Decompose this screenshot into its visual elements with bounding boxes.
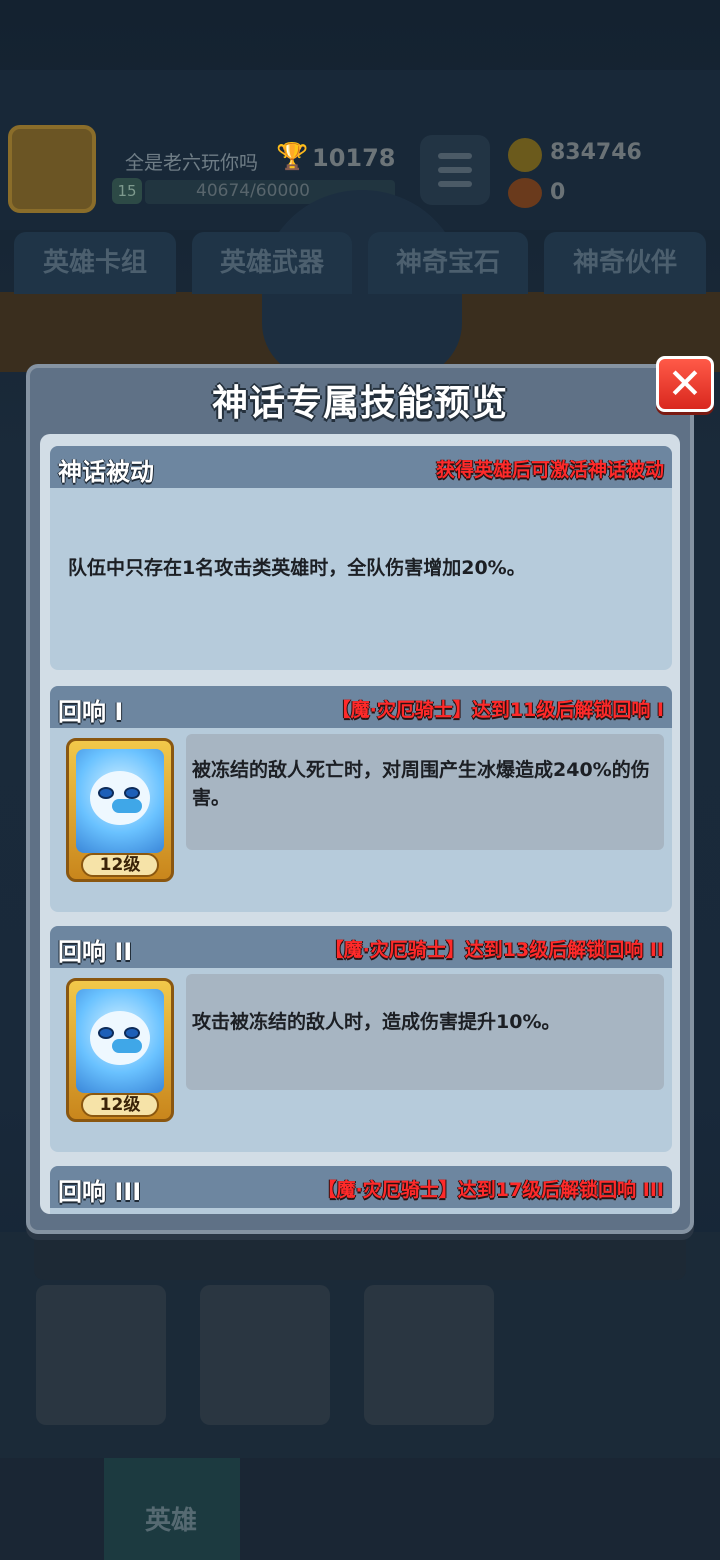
close-x-icon: ✕ xyxy=(667,359,703,408)
section-header: 回响 II 【魔·灾厄骑士】达到13级后解锁回响 II xyxy=(50,926,672,968)
trophy-icon: 🏆 xyxy=(276,142,309,172)
hero-card-locked xyxy=(36,1285,166,1425)
mythic-skill-preview-modal: 神话专属技能预览 ✕ 神话被动 获得英雄后可激活神话被动 队伍中只存在1名攻击类… xyxy=(26,356,714,1234)
modal-title: 神话专属技能预览 xyxy=(211,383,508,424)
hero-card-locked xyxy=(200,1285,330,1425)
passive-section: 神话被动 获得英雄后可激活神话被动 队伍中只存在1名攻击类英雄时，全队伤害增加2… xyxy=(50,446,672,670)
echo-description: 被冻结的敌人死亡时，对周围产生冰爆造成240%的伤害。 xyxy=(192,759,650,809)
description-box: 被冻结的敌人死亡时，对周围产生冰爆造成240%的伤害。 xyxy=(186,734,664,850)
hero-level-label: 12级 xyxy=(81,1093,159,1117)
hero-portrait: 12级 xyxy=(66,738,174,882)
menu-icon xyxy=(420,135,490,205)
coin-icon xyxy=(508,138,542,172)
unlock-note: 获得英雄后可激活神话被动 xyxy=(435,459,664,481)
tab-hero-weapon: 英雄武器 xyxy=(192,232,352,294)
section-header: 回响 III 【魔·灾厄骑士】达到17级后解锁回响 III xyxy=(50,1166,672,1208)
player-name: 全是老六玩你吗 xyxy=(125,152,259,174)
yeti-hero-image xyxy=(76,749,164,853)
tab-magic-gem: 神奇宝石 xyxy=(368,232,528,294)
modal-scroll-content[interactable]: 神话被动 获得英雄后可激活神话被动 队伍中只存在1名攻击类英雄时，全队伤害增加2… xyxy=(40,434,680,1214)
section-header: 回响 I 【魔·灾厄骑士】达到11级后解锁回响 I xyxy=(50,686,672,728)
echo-description: 攻击被冻结的敌人时，造成伤害提升10%。 xyxy=(192,1011,561,1033)
section-title: 回响 I xyxy=(58,698,124,726)
echo-section: 回响 I 【魔·灾厄骑士】达到11级后解锁回响 I 12级 被冻结的敌人死亡时，… xyxy=(50,686,672,912)
trophy-count: 10178 xyxy=(312,144,396,172)
section-title: 回响 III xyxy=(58,1178,142,1206)
section-title: 神话被动 xyxy=(58,458,154,486)
unlock-note: 【魔·灾厄骑士】达到17级后解锁回响 III xyxy=(317,1179,664,1201)
section-header: 神话被动 获得英雄后可激活神话被动 xyxy=(50,446,672,488)
player-avatar xyxy=(8,125,96,213)
close-button[interactable]: ✕ xyxy=(656,356,714,412)
echo-section: 回响 II 【魔·灾厄骑士】达到13级后解锁回响 II 12级 攻击被冻结的敌人… xyxy=(50,926,672,1152)
unlock-note: 【魔·灾厄骑士】达到11级后解锁回响 I xyxy=(331,699,664,721)
passive-description: 队伍中只存在1名攻击类英雄时，全队伤害增加20%。 xyxy=(68,557,526,579)
hero-portrait: 12级 xyxy=(66,978,174,1122)
tab-hero-deck: 英雄卡组 xyxy=(14,232,176,294)
nav-label-hero: 英雄 xyxy=(145,1506,198,1536)
hero-card-locked xyxy=(364,1285,494,1425)
yeti-hero-image xyxy=(76,989,164,1093)
description-box: 攻击被冻结的敌人时，造成伤害提升10%。 xyxy=(186,974,664,1090)
xp-text: 40674/60000 xyxy=(196,181,310,201)
unlock-note: 【魔·灾厄骑士】达到13级后解锁回响 II xyxy=(324,939,664,961)
tab-magic-partner: 神奇伙伴 xyxy=(544,232,706,294)
gem-count: 0 xyxy=(550,180,566,205)
coin-count: 834746 xyxy=(550,140,642,165)
gem-icon xyxy=(508,178,542,208)
hero-level-label: 12级 xyxy=(81,853,159,877)
section-title: 回响 II xyxy=(58,938,133,966)
player-level-badge: 15 xyxy=(112,178,142,204)
upgrade-strip xyxy=(34,1230,686,1280)
echo-section: 回响 III 【魔·灾厄骑士】达到17级后解锁回响 III xyxy=(50,1166,672,1214)
